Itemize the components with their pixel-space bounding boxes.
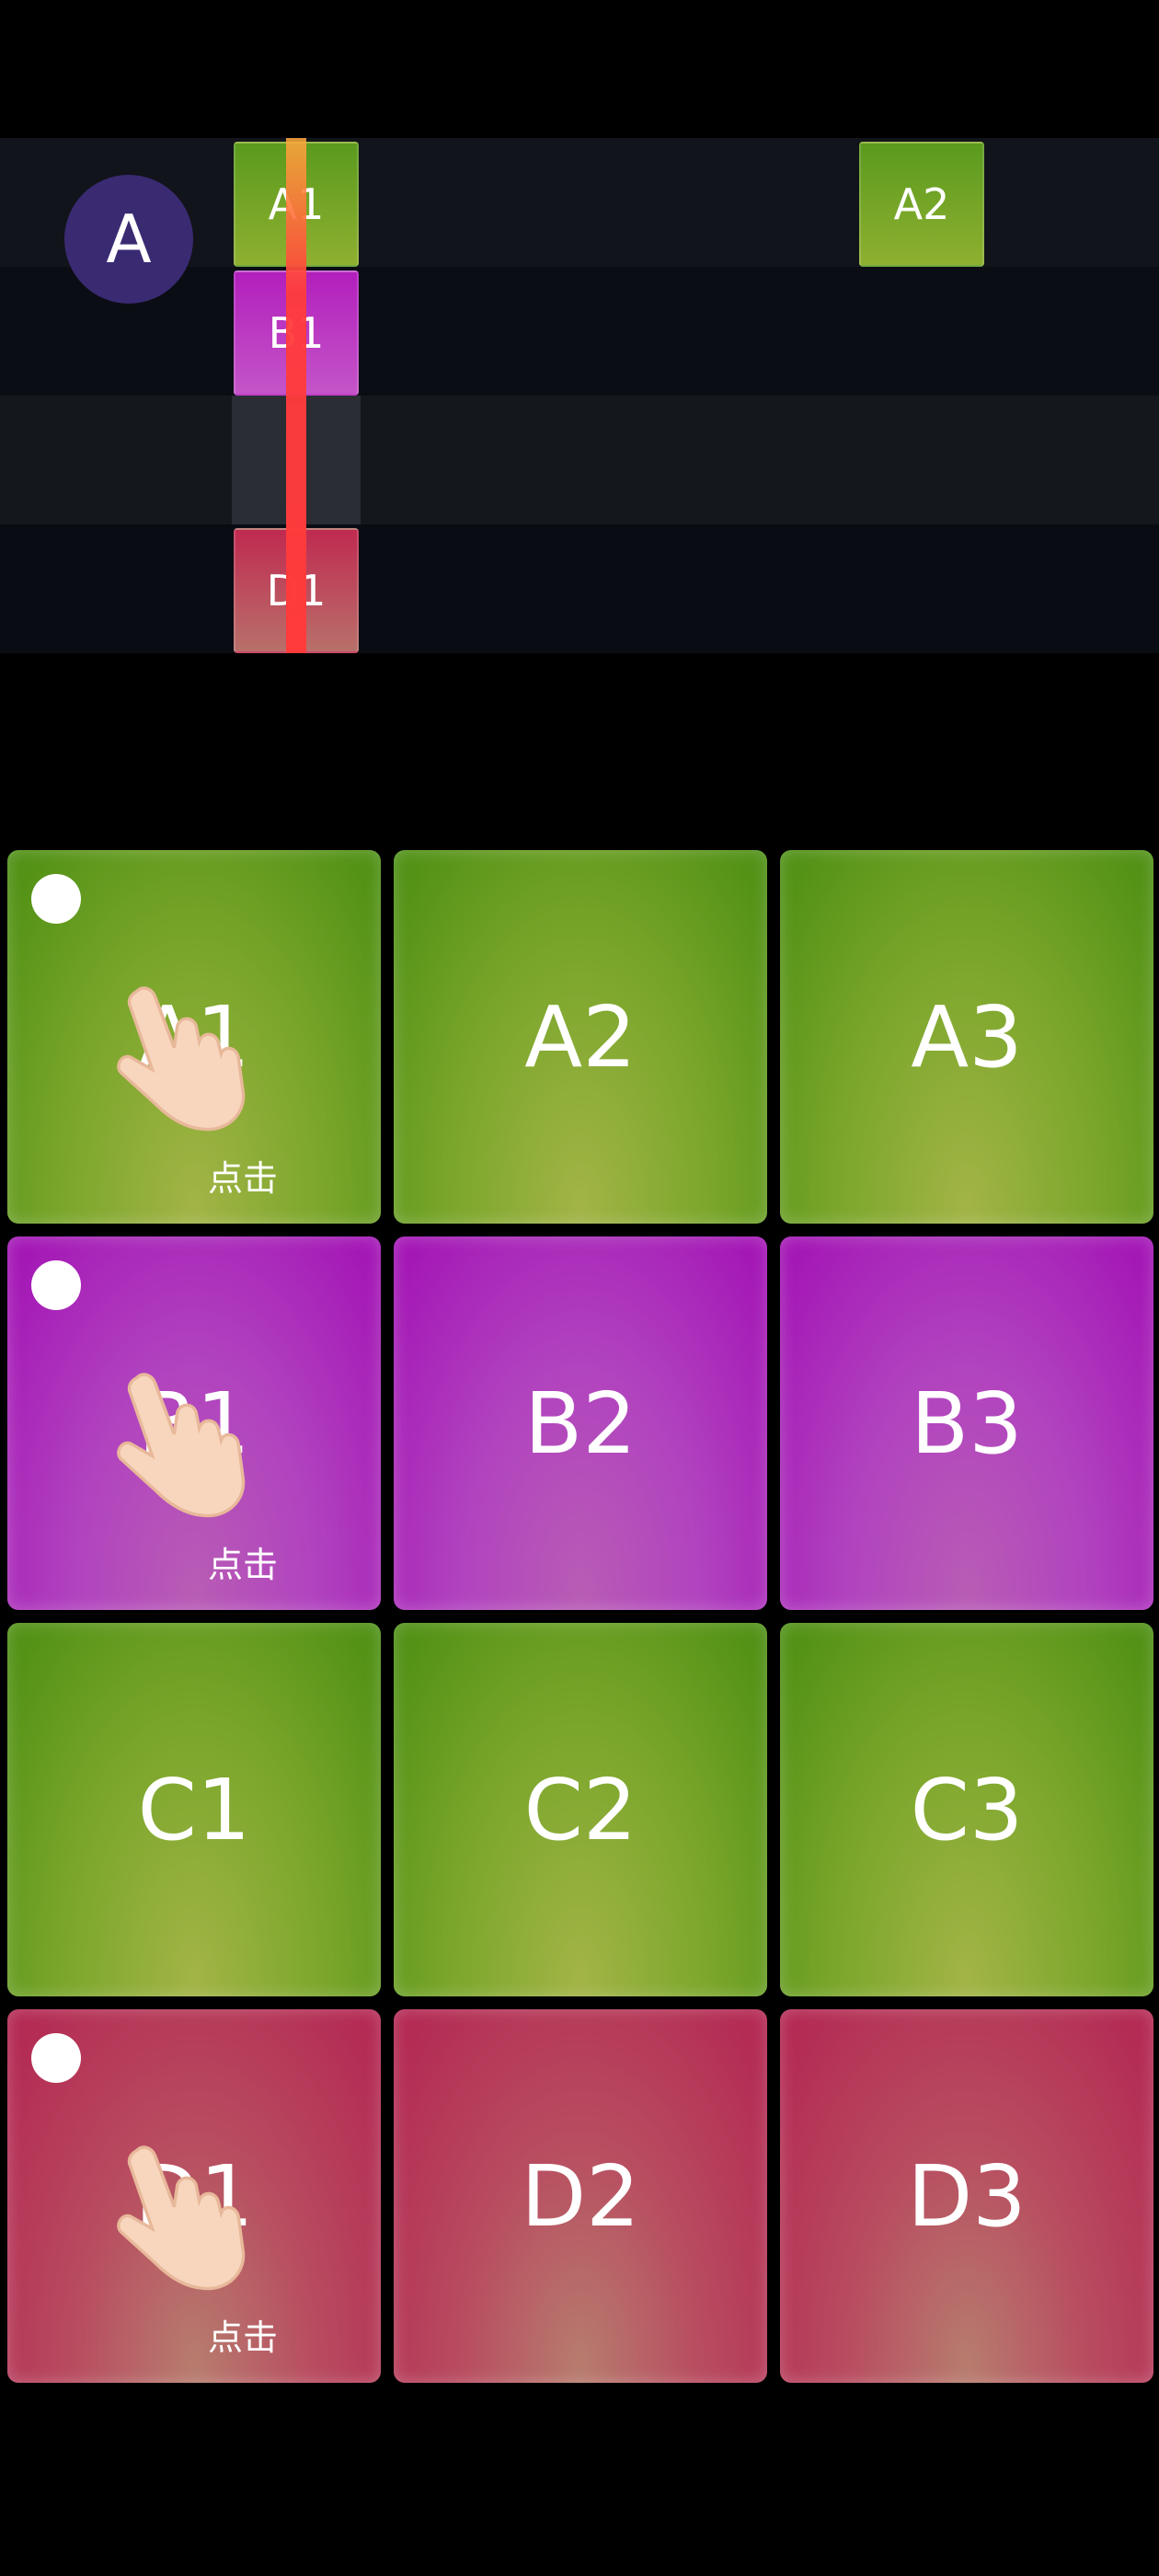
timeline-clip-a2[interactable]: A2 bbox=[859, 142, 984, 267]
pad-a1[interactable]: A1 点击 bbox=[7, 850, 381, 1224]
pad-label: D3 bbox=[907, 2146, 1027, 2246]
pad-c3[interactable]: C3 bbox=[780, 1623, 1153, 1996]
timeline-lane-b bbox=[0, 267, 1159, 396]
pad-label: B3 bbox=[911, 1374, 1023, 1473]
pad-d3[interactable]: D3 bbox=[780, 2009, 1153, 2383]
track-avatar[interactable]: A bbox=[64, 175, 193, 304]
record-dot-indicator bbox=[31, 2033, 81, 2083]
pad-c2[interactable]: C2 bbox=[394, 1623, 767, 1996]
record-dot-indicator bbox=[31, 1260, 81, 1310]
pad-d1[interactable]: D1 点击 bbox=[7, 2009, 381, 2383]
pad-a3[interactable]: A3 bbox=[780, 850, 1153, 1224]
timeline-lane-d bbox=[0, 524, 1159, 653]
track-avatar-label: A bbox=[106, 201, 152, 278]
tap-hint-text: 点击 bbox=[208, 1545, 279, 1585]
pad-label: A3 bbox=[911, 987, 1023, 1087]
pad-b2[interactable]: B2 bbox=[394, 1236, 767, 1610]
clip-label: A2 bbox=[893, 179, 950, 229]
timeline: A A1 B1 D1 A2 bbox=[0, 138, 1159, 653]
pad-a2[interactable]: A2 bbox=[394, 850, 767, 1224]
hand-tap-icon bbox=[117, 986, 246, 1132]
pad-b1[interactable]: B1 点击 bbox=[7, 1236, 381, 1610]
pad-b3[interactable]: B3 bbox=[780, 1236, 1153, 1610]
pad-label: C2 bbox=[523, 1760, 637, 1859]
hand-tap-icon bbox=[117, 1373, 246, 1518]
pad-c1[interactable]: C1 bbox=[7, 1623, 381, 1996]
pad-label: C3 bbox=[910, 1760, 1024, 1859]
timeline-lane-c bbox=[0, 396, 1159, 524]
tap-hint-text: 点击 bbox=[208, 1158, 279, 1199]
pad-label: C1 bbox=[137, 1760, 251, 1859]
hand-tap-icon bbox=[117, 2145, 246, 2291]
pad-d2[interactable]: D2 bbox=[394, 2009, 767, 2383]
pad-label: D2 bbox=[521, 2146, 640, 2246]
record-dot-indicator bbox=[31, 874, 81, 924]
pad-label: B2 bbox=[524, 1374, 637, 1473]
playhead[interactable] bbox=[286, 138, 306, 653]
tap-hint-text: 点击 bbox=[208, 2317, 279, 2358]
pad-label: A2 bbox=[524, 987, 637, 1087]
